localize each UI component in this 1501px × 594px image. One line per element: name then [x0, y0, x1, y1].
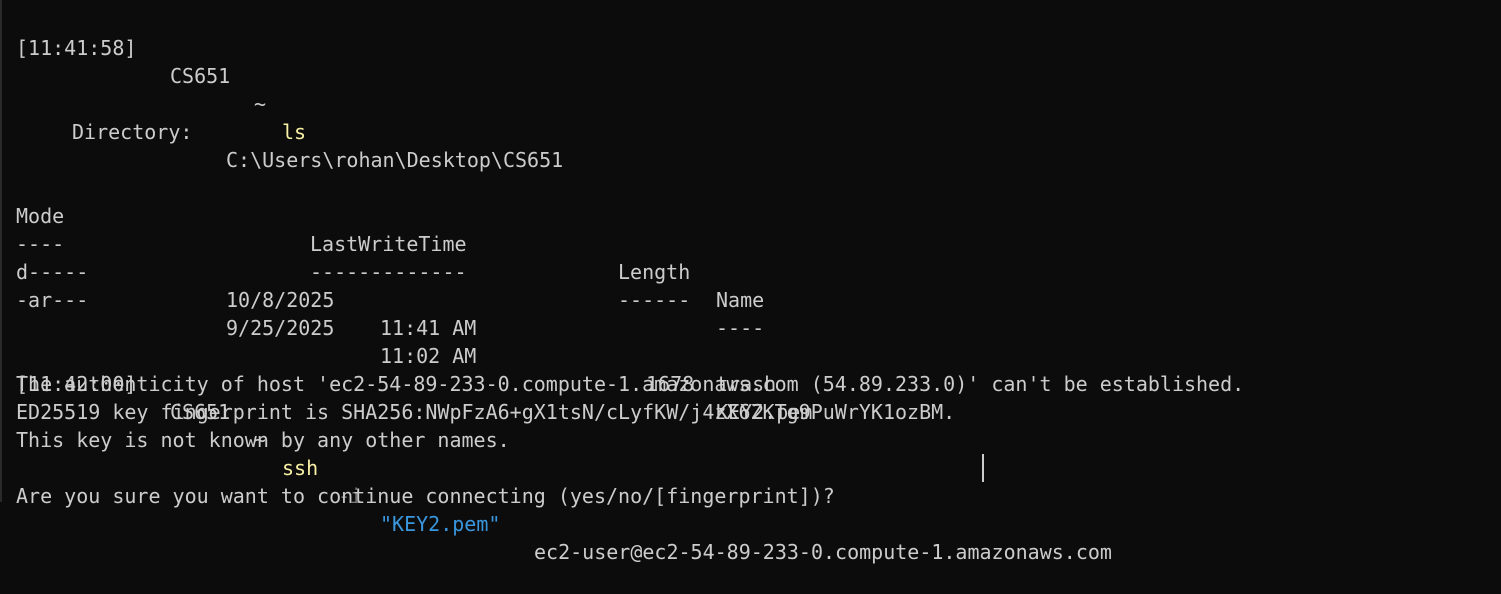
table-row: d----- 10/8/2025 11:41 AM trash — [16, 230, 776, 396]
prompt-line-1: [11:41:58] CS651 ~ ls — [16, 6, 306, 144]
window-left-border — [0, 0, 2, 502]
row-mode: -ar--- — [16, 288, 89, 312]
command-key-arg: "KEY2.pem" — [380, 512, 501, 536]
text-cursor[interactable] — [982, 454, 984, 482]
directory-path: C:\Users\rohan\Desktop\CS651 — [226, 148, 564, 172]
prompt-timestamp: [11:41:58] — [16, 36, 137, 60]
directory-line: Directory: C:\Users\rohan\Desktop\CS651 — [16, 90, 563, 172]
table-row: -ar--- 9/25/2025 11:02 AM 1678 KEY2.pem — [16, 258, 812, 424]
confirm-question: Are you sure you want to continue connec… — [16, 484, 847, 508]
prompt-line-2: [11:42:00] CS651 ~ ssh -i "KEY2.pem" ec2… — [16, 342, 1112, 564]
row-date: 9/25/2025 — [226, 316, 335, 340]
underline-name: ---- — [716, 316, 765, 340]
command-ssh: ssh — [282, 456, 319, 480]
output-line-known-names: This key is not known by any other names… — [16, 428, 510, 452]
terminal-output[interactable]: [11:41:58] CS651 ~ ls Directory: C:\User… — [16, 6, 1497, 564]
command-ls: ls — [282, 120, 307, 144]
header-name: Name — [716, 288, 765, 312]
underline-lastwritetime: ------------- — [310, 260, 467, 284]
prompt-tilde: ~ — [254, 92, 267, 116]
header-lastwritetime: LastWriteTime — [310, 232, 467, 256]
directory-label: Directory: — [72, 120, 193, 144]
output-line-confirm-prompt[interactable]: Are you sure you want to continue connec… — [16, 454, 984, 508]
row-time: 11:41 AM — [380, 316, 477, 340]
output-line-fingerprint: ED25519 key fingerprint is SHA256:NWpFzA… — [16, 400, 956, 424]
row-date: 10/8/2025 — [226, 288, 335, 312]
header-length: Length — [618, 260, 691, 284]
row-time: 11:02 AM — [380, 344, 477, 368]
prompt-folder: CS651 — [170, 64, 231, 88]
command-host-arg: ec2-user@ec2-54-89-233-0.compute-1.amazo… — [534, 540, 1112, 564]
output-line-authenticity: The authenticity of host 'ec2-54-89-233-… — [16, 372, 1245, 396]
underline-length: ------ — [618, 288, 691, 312]
table-header-row: Mode LastWriteTime Length Name — [16, 174, 764, 312]
table-underline-row: ---- ------------- ------ ---- — [16, 202, 764, 340]
